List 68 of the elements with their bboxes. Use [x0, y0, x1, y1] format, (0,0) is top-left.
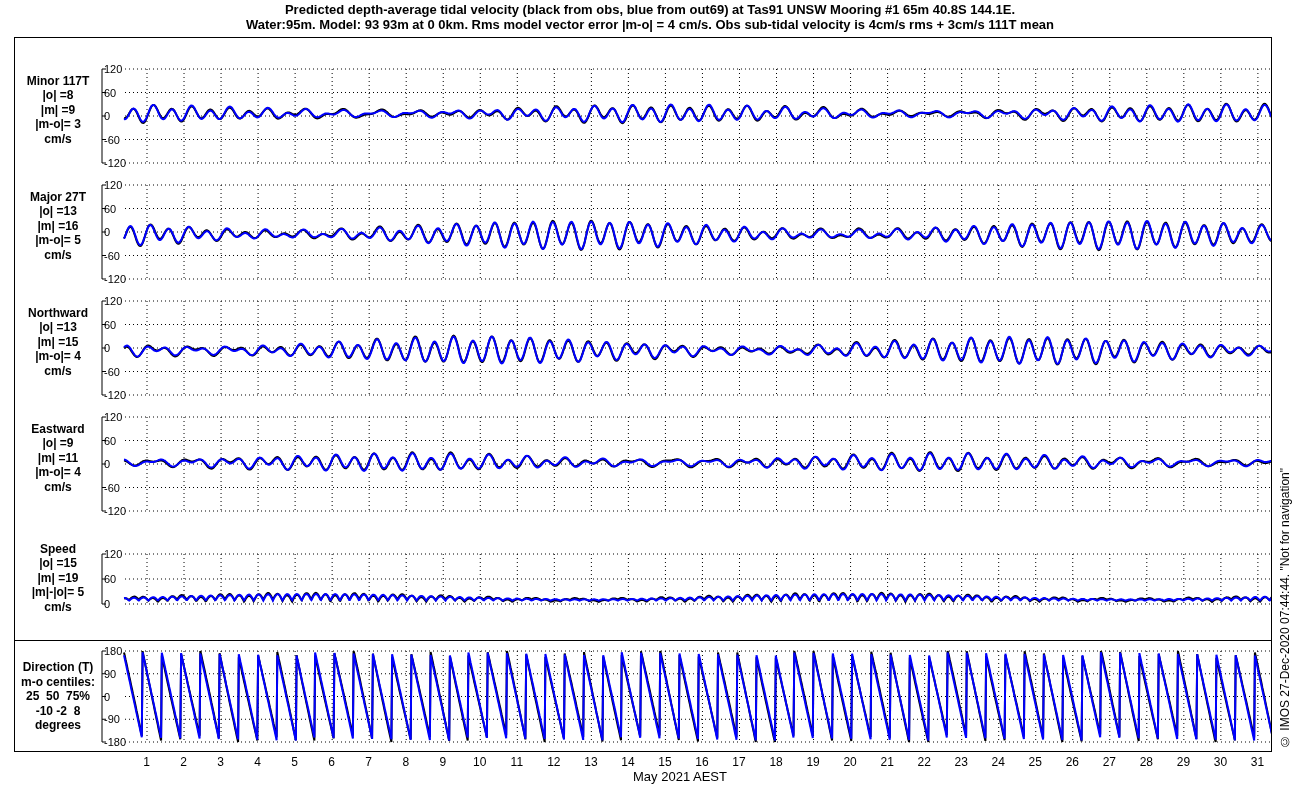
tick-label: 14: [621, 755, 635, 769]
tick-label: 2: [180, 755, 187, 769]
tick-label: 24: [991, 755, 1005, 769]
tick-label: 11: [510, 755, 524, 769]
chart-title: Water:95m. Model: 93 93m at 0 0km. Rms model vector error |m-o| = 4 cm/s. Obs sub-tidal velocity is 4cm/s rms + 3cm/s 111T mean: [244, 17, 1056, 32]
tick-label: 18: [769, 755, 783, 769]
tick-label: 19: [806, 755, 820, 769]
tick-label: 27: [1102, 755, 1116, 769]
tick-label: 120: [104, 411, 123, 423]
tick-label: 120: [104, 179, 123, 191]
tick-label: -60: [104, 481, 120, 494]
tick-label: 28: [1139, 755, 1154, 769]
tick-label: 29: [1176, 755, 1191, 769]
tick-label: 0: [104, 458, 111, 470]
tick-label: 60: [104, 573, 117, 585]
panel-label: Eastward |o| =9 |m| =11 |m-o|= 4 cm/s: [31, 421, 85, 495]
tick-label: 180: [104, 645, 123, 657]
tick-label: 1: [143, 755, 150, 769]
panel-label: Direction (T) m-o centiles: 25 50 75% -10 -2 8 degrees: [21, 660, 95, 733]
tick-label: -180: [104, 736, 127, 748]
panel-label: Speed |o| =15 |m| =19 |m|-|o|= 5 cm/s: [31, 541, 85, 615]
tick-label: 4: [254, 755, 261, 769]
tick-label: -60: [104, 365, 120, 378]
tick-label: 60: [104, 202, 117, 215]
tick-label: 15: [658, 755, 672, 769]
tick-label: 12: [547, 755, 561, 769]
tick-label: 0: [104, 226, 111, 238]
tick-label: 23: [954, 755, 968, 769]
tick-label: 20: [843, 755, 857, 769]
tick-label: 60: [104, 86, 117, 99]
tick-label: 120: [104, 548, 123, 560]
tick-label: 60: [104, 434, 117, 447]
tick-label: 7: [365, 755, 373, 769]
tick-label: 25: [1028, 755, 1042, 769]
panel-label: Minor 117T |o| =8 |m| =9 |m-o|= 3 cm/s: [26, 73, 90, 147]
tick-label: 8: [402, 755, 410, 769]
tick-label: -120: [104, 157, 127, 168]
tick-label: 0: [104, 598, 111, 610]
tick-label: 120: [104, 63, 123, 75]
tick-label: 17: [732, 755, 746, 769]
tick-label: 26: [1065, 755, 1079, 769]
tick-label: 90: [104, 667, 117, 680]
tick-label: 0: [104, 342, 111, 354]
tick-label: 5: [291, 755, 298, 769]
copyright-note: © IMOS 27-Dec-2020 07:44:44. "Not for navigation": [1278, 468, 1292, 748]
tick-label: -120: [104, 273, 127, 284]
tick-label: 120: [104, 295, 123, 307]
tick-label: 10: [473, 755, 487, 769]
tick-label: 0: [104, 110, 111, 122]
tick-label: -120: [104, 389, 127, 400]
tick-label: -60: [104, 249, 120, 262]
tick-label: 22: [917, 755, 931, 769]
tick-label: 9: [439, 755, 447, 769]
panel-label: Major 27T |o| =13 |m| =16 |m-o|= 5 cm/s: [30, 189, 86, 263]
tick-label: 13: [584, 755, 598, 769]
tick-label: -90: [104, 713, 120, 726]
panel-label: Northward |o| =13 |m| =15 |m-o|= 4 cm/s: [28, 305, 88, 379]
tick-label: 16: [695, 755, 709, 769]
tick-label: 21: [880, 755, 894, 769]
axis-title: May 2021 AEST: [633, 769, 727, 785]
chart-title: Predicted depth-average tidal velocity (black from obs, blue from out69) at Tas91 UNSW Mooring #1 65m 40.8S 144.1E.: [283, 2, 1017, 17]
tick-label: 31: [1250, 755, 1265, 769]
tick-label: -120: [104, 505, 127, 516]
tick-label: 6: [328, 755, 335, 769]
tick-label: 30: [1213, 755, 1228, 769]
tick-label: -60: [104, 133, 120, 146]
tick-label: 3: [217, 755, 224, 769]
tick-label: 60: [104, 318, 117, 331]
